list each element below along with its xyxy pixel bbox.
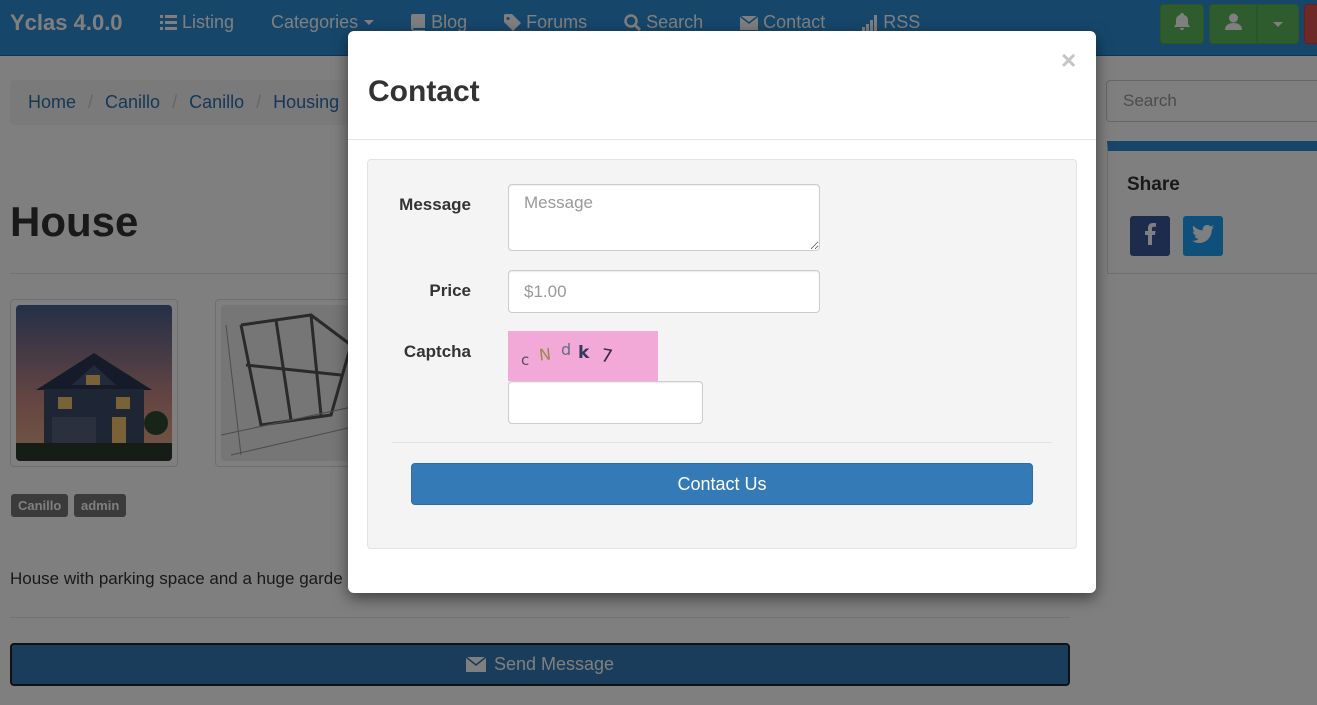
message-label: Message [399, 195, 471, 214]
modal-header: Contact × [348, 31, 1096, 140]
price-label: Price [429, 281, 471, 300]
contact-us-button[interactable]: Contact Us [411, 463, 1033, 505]
captcha-image: c N d k 7 [508, 331, 658, 381]
captcha-char: N [538, 344, 552, 365]
captcha-input[interactable] [508, 381, 703, 424]
modal-title: Contact [368, 75, 480, 108]
divider [392, 442, 1052, 443]
captcha-char: d [561, 340, 572, 359]
captcha-char: c [521, 351, 530, 369]
contact-form: Message Price Captcha c N d k 7 Contact … [367, 159, 1077, 549]
captcha-char: k [578, 343, 590, 363]
contact-modal: Contact × Message Price Captcha c N d k … [348, 31, 1096, 593]
captcha-label: Captcha [403, 342, 471, 361]
captcha-char: 7 [599, 345, 615, 368]
close-button[interactable]: × [1061, 45, 1076, 76]
price-field[interactable] [508, 270, 820, 313]
message-field[interactable] [508, 184, 820, 251]
